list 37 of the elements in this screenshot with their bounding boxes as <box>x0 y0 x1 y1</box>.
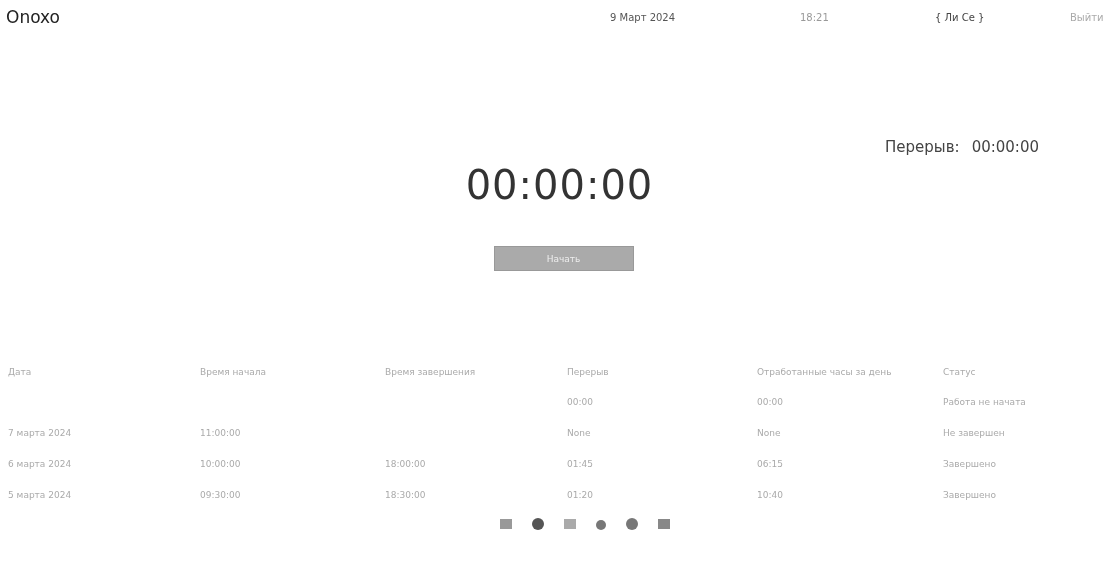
logout-link[interactable]: Выйти <box>1070 11 1113 23</box>
column-header: Время завершения <box>385 366 477 377</box>
table-cell: None <box>567 427 591 438</box>
column-header: Статус <box>943 366 977 377</box>
table-cell: 11:00:00 <box>200 427 241 438</box>
break-time: 00:00:00 <box>971 138 1039 156</box>
table-cell: 10:00:00 <box>200 458 241 469</box>
table-cell: Работа не начата <box>943 396 1026 407</box>
table-cell: Завершено <box>943 458 996 469</box>
table-cell: 18:30:00 <box>385 489 426 500</box>
table-cell: 06:15 <box>757 458 783 469</box>
table-cell: 09:30:00 <box>200 489 241 500</box>
table-cell: 01:45 <box>567 458 593 469</box>
column-header: Отработанные часы за день <box>757 366 893 377</box>
table-cell: 6 марта 2024 <box>8 458 72 469</box>
table-cell: Не завершен <box>943 427 1005 438</box>
table-cell: Завершено <box>943 489 996 500</box>
clock-text: 18:21 <box>800 11 830 23</box>
column-header: Время начала <box>200 366 267 377</box>
user-name: { Ли Се } <box>935 11 986 23</box>
circle-icon[interactable] <box>532 518 544 530</box>
table-cell: 7 марта 2024 <box>8 427 72 438</box>
logo[interactable]: Onoxo <box>6 7 60 27</box>
column-header: Перерыв <box>567 366 610 377</box>
table-cell: 00:00 <box>757 396 783 407</box>
table-cell: None <box>757 427 781 438</box>
date-text: 9 Март 2024 <box>610 11 677 23</box>
table-cell: 01:20 <box>567 489 593 500</box>
table-cell: 18:00:00 <box>385 458 426 469</box>
break-label: Перерыв: <box>885 138 960 156</box>
start-button[interactable]: Начать <box>493 246 634 271</box>
table-cell: 5 марта 2024 <box>8 489 72 500</box>
circle-icon[interactable] <box>626 518 638 530</box>
timer-display: 00:00:00 <box>464 162 655 208</box>
column-header: Дата <box>8 366 33 377</box>
table-cell: 00:00 <box>567 396 593 407</box>
table-cell: 10:40 <box>757 489 783 500</box>
